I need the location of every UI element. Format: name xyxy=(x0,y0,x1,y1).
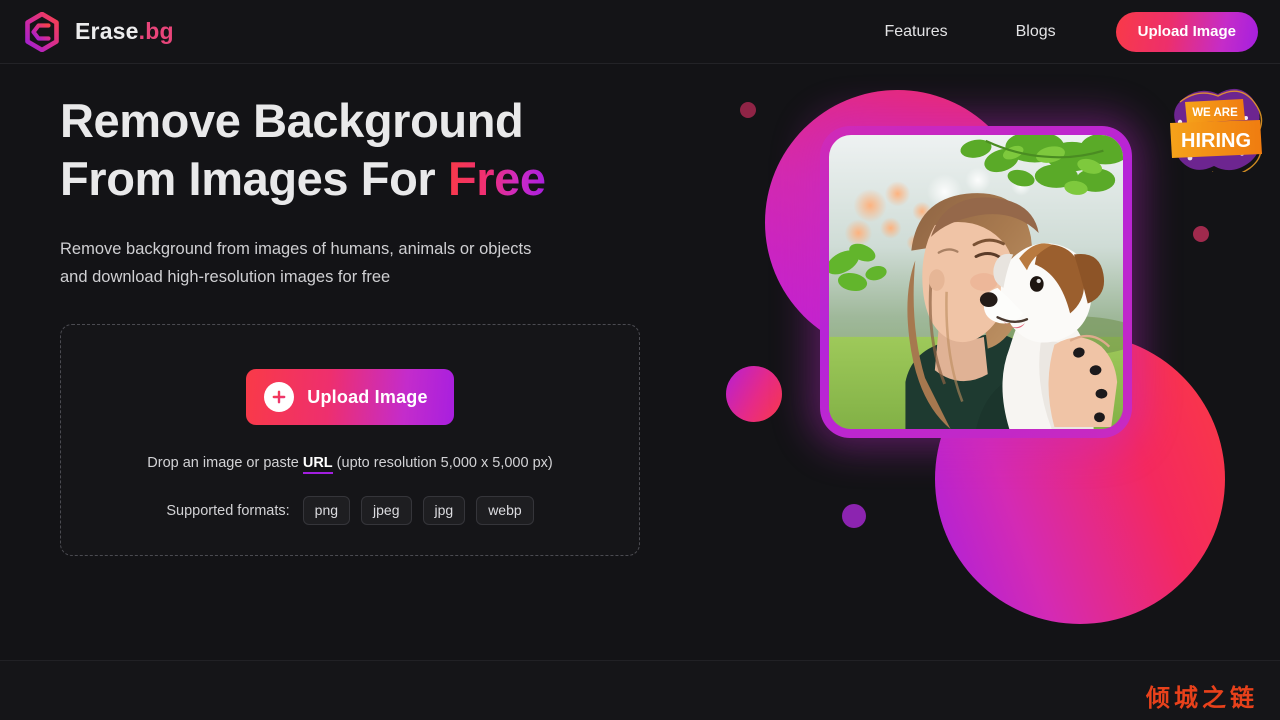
format-chip-jpg: jpg xyxy=(422,496,466,525)
hero-photo-card xyxy=(820,126,1132,438)
hiring-badge-line-1: WE ARE xyxy=(1192,107,1238,119)
headline-line-2-prefix: From Images For xyxy=(60,152,448,205)
dropzone-hint-suffix: (upto resolution 5,000 x 5,000 px) xyxy=(332,455,553,471)
dropzone-hint: Drop an image or paste URL (upto resolut… xyxy=(147,455,553,474)
decorative-circle-medium-left xyxy=(726,366,782,422)
page-subtitle: Remove background from images of humans,… xyxy=(60,235,650,291)
brand-logo[interactable]: Erase.bg xyxy=(22,11,174,52)
we-are-hiring-badge[interactable]: WE ARE HIRING xyxy=(1160,86,1268,172)
paste-url-link[interactable]: URL xyxy=(302,455,333,474)
brand-name: Erase.bg xyxy=(75,18,174,45)
image-dropzone[interactable]: Upload Image Drop an image or paste URL … xyxy=(60,324,640,556)
dropzone-hint-prefix: Drop an image or paste xyxy=(147,455,303,471)
upload-image-button-label: Upload Image xyxy=(307,386,428,407)
site-header: Erase.bg Features Blogs Upload Image xyxy=(0,0,1280,64)
nav-link-features[interactable]: Features xyxy=(850,16,981,48)
upload-image-button[interactable]: Upload Image xyxy=(246,369,454,425)
nav-link-blogs[interactable]: Blogs xyxy=(982,16,1090,48)
headline-line-1: Remove Background xyxy=(60,94,524,147)
decorative-dot-bottom xyxy=(842,504,866,528)
hero-illustration: WE ARE HIRING xyxy=(660,64,1280,660)
decorative-dot-top-left xyxy=(740,102,756,118)
brand-suffix-text: .bg xyxy=(138,18,174,44)
supported-formats-label: Supported formats: xyxy=(166,502,290,519)
page-title: Remove Background From Images For Free xyxy=(60,92,660,208)
headline-highlight-free: Free xyxy=(447,152,546,205)
hiring-badge-line-2: HIRING xyxy=(1181,130,1251,152)
decorative-dot-mid-right xyxy=(1193,226,1209,242)
erase-bg-logo-icon xyxy=(25,11,59,52)
header-upload-image-button[interactable]: Upload Image xyxy=(1115,11,1258,52)
watermark-text: 倾城之链 xyxy=(1146,685,1258,712)
hero-text-block: Remove Background From Images For Free R… xyxy=(60,92,660,291)
subtitle-line-2: and download high-resolution images for … xyxy=(60,268,391,286)
supported-formats-row: Supported formats: png jpeg jpg webp xyxy=(166,496,534,525)
main-navigation: Features Blogs Upload Image xyxy=(850,11,1258,52)
footer-strip xyxy=(0,660,1280,720)
page-root: Erase.bg Features Blogs Upload Image Rem… xyxy=(0,0,1280,720)
subtitle-line-1: Remove background from images of humans,… xyxy=(60,240,532,258)
format-chip-jpeg: jpeg xyxy=(361,496,412,525)
brand-name-text: Erase xyxy=(75,18,139,44)
format-chip-webp: webp xyxy=(476,496,534,525)
girl-kissing-dog-photo xyxy=(829,135,1123,429)
format-chip-png: png xyxy=(302,496,351,525)
plus-icon xyxy=(264,382,295,412)
